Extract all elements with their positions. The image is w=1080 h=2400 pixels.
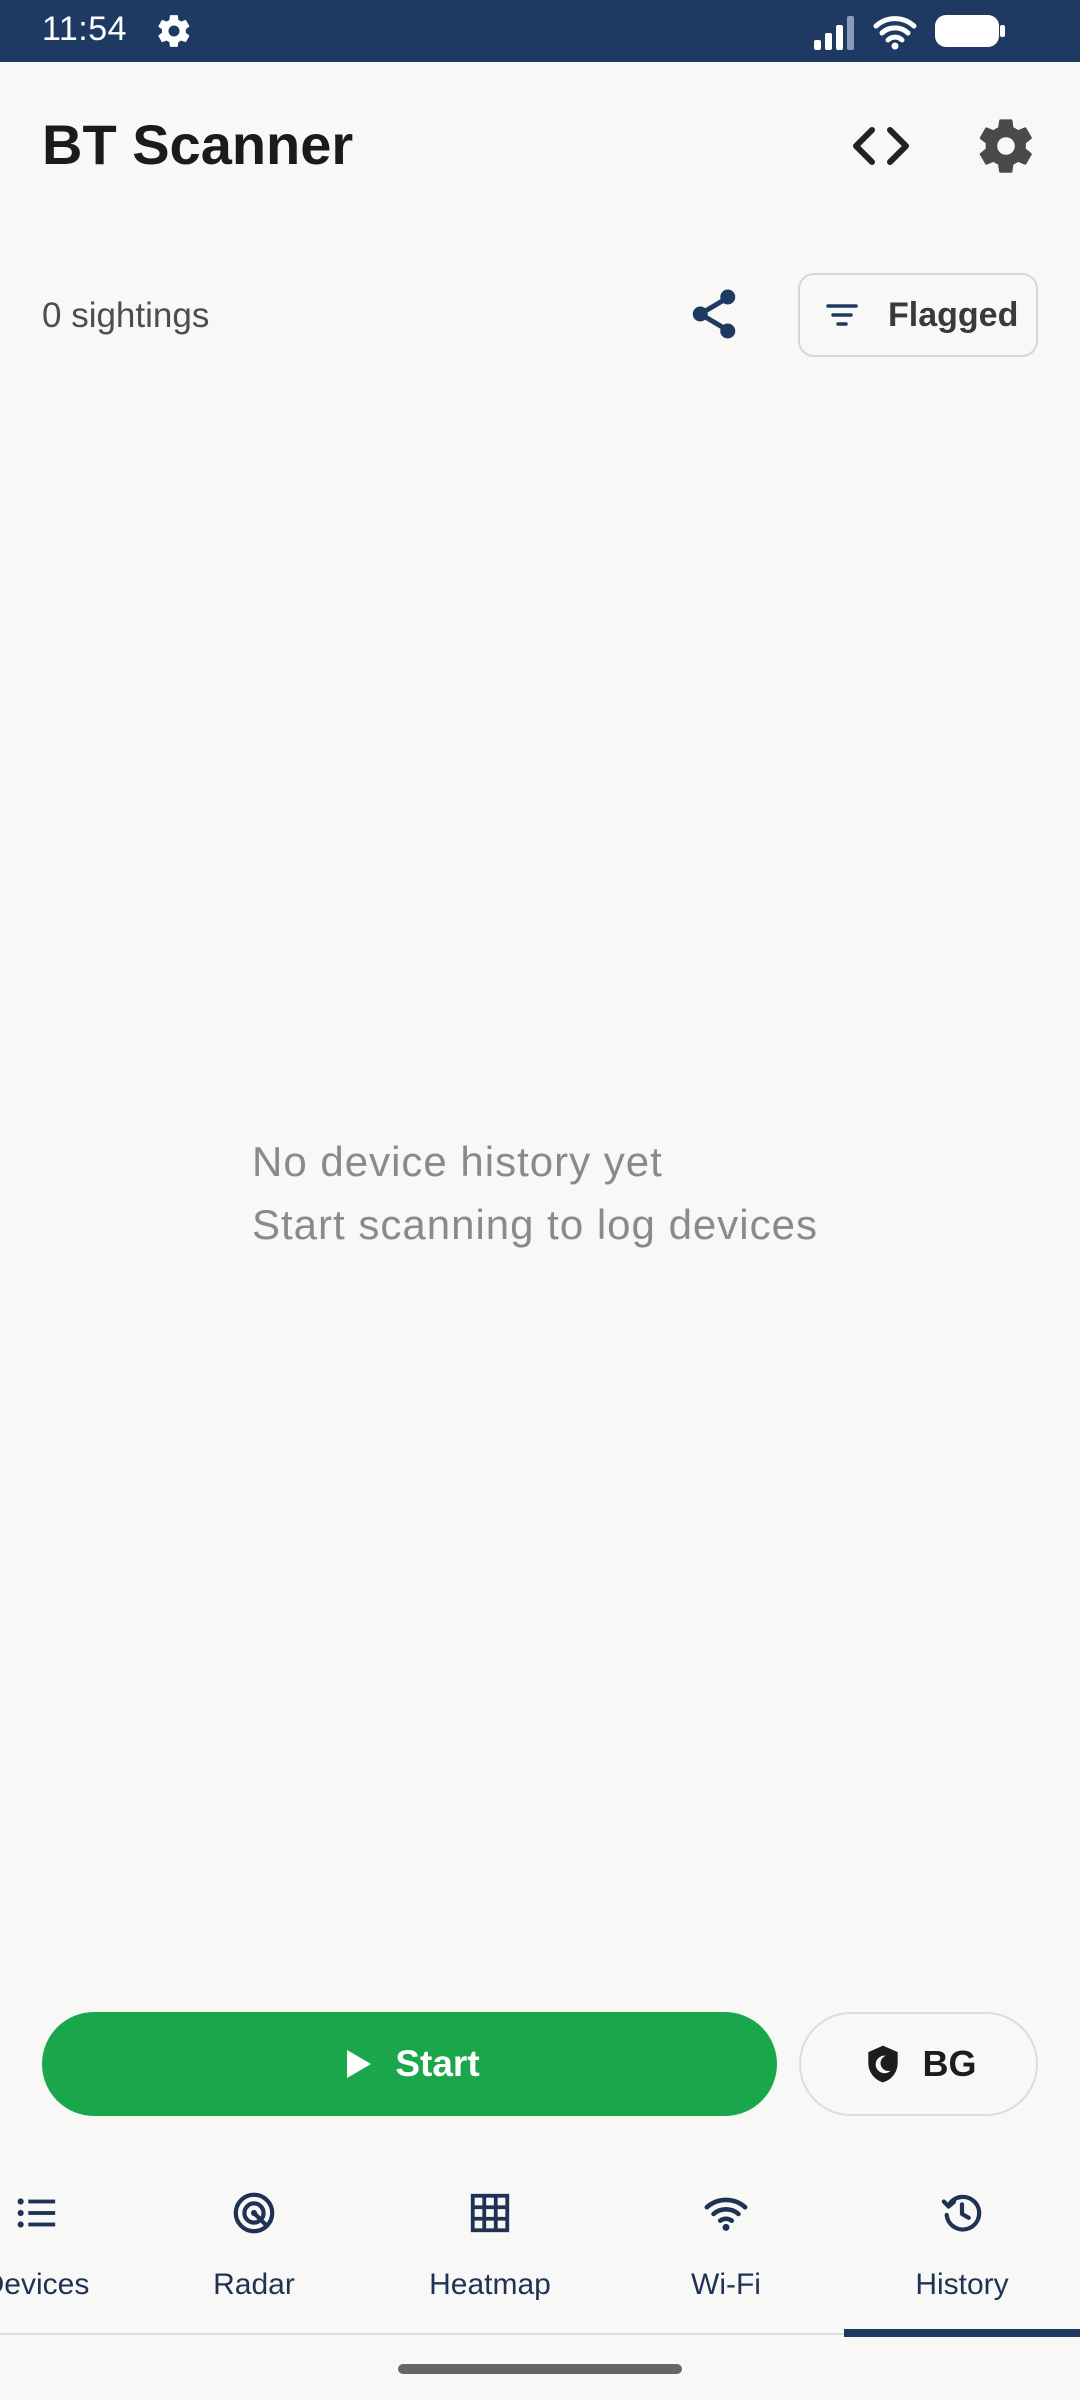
nav-label-history: History (915, 2268, 1009, 2301)
battery-icon (935, 15, 1005, 47)
code-icon[interactable] (848, 118, 914, 174)
start-label: Start (395, 2043, 480, 2084)
share-icon[interactable] (684, 284, 744, 344)
empty-state: No device history yet Start scanning to … (252, 1130, 818, 1256)
nav-item-devices[interactable]: Devices (0, 2160, 154, 2335)
background-scan-button[interactable]: BG (799, 2012, 1038, 2116)
play-icon (347, 2050, 372, 2078)
empty-state-subtitle: Start scanning to log devices (252, 1201, 818, 1248)
status-bar: 11:54 (0, 0, 1080, 62)
gear-icon[interactable] (974, 114, 1038, 178)
home-indicator[interactable] (398, 2364, 682, 2374)
nav-item-heatmap[interactable]: Heatmap (372, 2160, 608, 2335)
radar-icon (233, 2192, 275, 2234)
shield-moon-icon (867, 2045, 898, 2083)
nav-active-indicator (844, 2329, 1080, 2337)
nav-label-wifi: Wi-Fi (691, 2268, 761, 2301)
flagged-filter-label: Flagged (888, 295, 1019, 334)
sightings-count: 0 sightings (42, 296, 210, 335)
start-scan-button[interactable]: Start (42, 2012, 777, 2116)
history-icon (941, 2194, 982, 2232)
bg-label: BG (922, 2043, 977, 2084)
nav-label-devices: Devices (0, 2268, 90, 2301)
flagged-filter-button[interactable]: Flagged (798, 273, 1038, 357)
app-title: BT Scanner (42, 113, 354, 176)
nav-item-history[interactable]: History (844, 2160, 1080, 2335)
nav-label-radar: Radar (213, 2268, 295, 2301)
filter-icon (826, 304, 858, 326)
status-time: 11:54 (42, 10, 128, 48)
wifi-icon (704, 2197, 748, 2231)
wifi-icon (873, 16, 917, 50)
nav-item-radar[interactable]: Radar (136, 2160, 372, 2335)
bottom-nav: Devices Radar Heatmap Wi-Fi (0, 2160, 1080, 2335)
empty-state-title: No device history yet (252, 1138, 663, 1185)
nav-item-wifi[interactable]: Wi-Fi (608, 2160, 844, 2335)
signal-icon (814, 16, 854, 50)
grid-icon (470, 2193, 510, 2233)
nav-label-heatmap: Heatmap (429, 2268, 551, 2301)
list-icon (17, 2198, 56, 2228)
settings-icon (158, 15, 190, 47)
